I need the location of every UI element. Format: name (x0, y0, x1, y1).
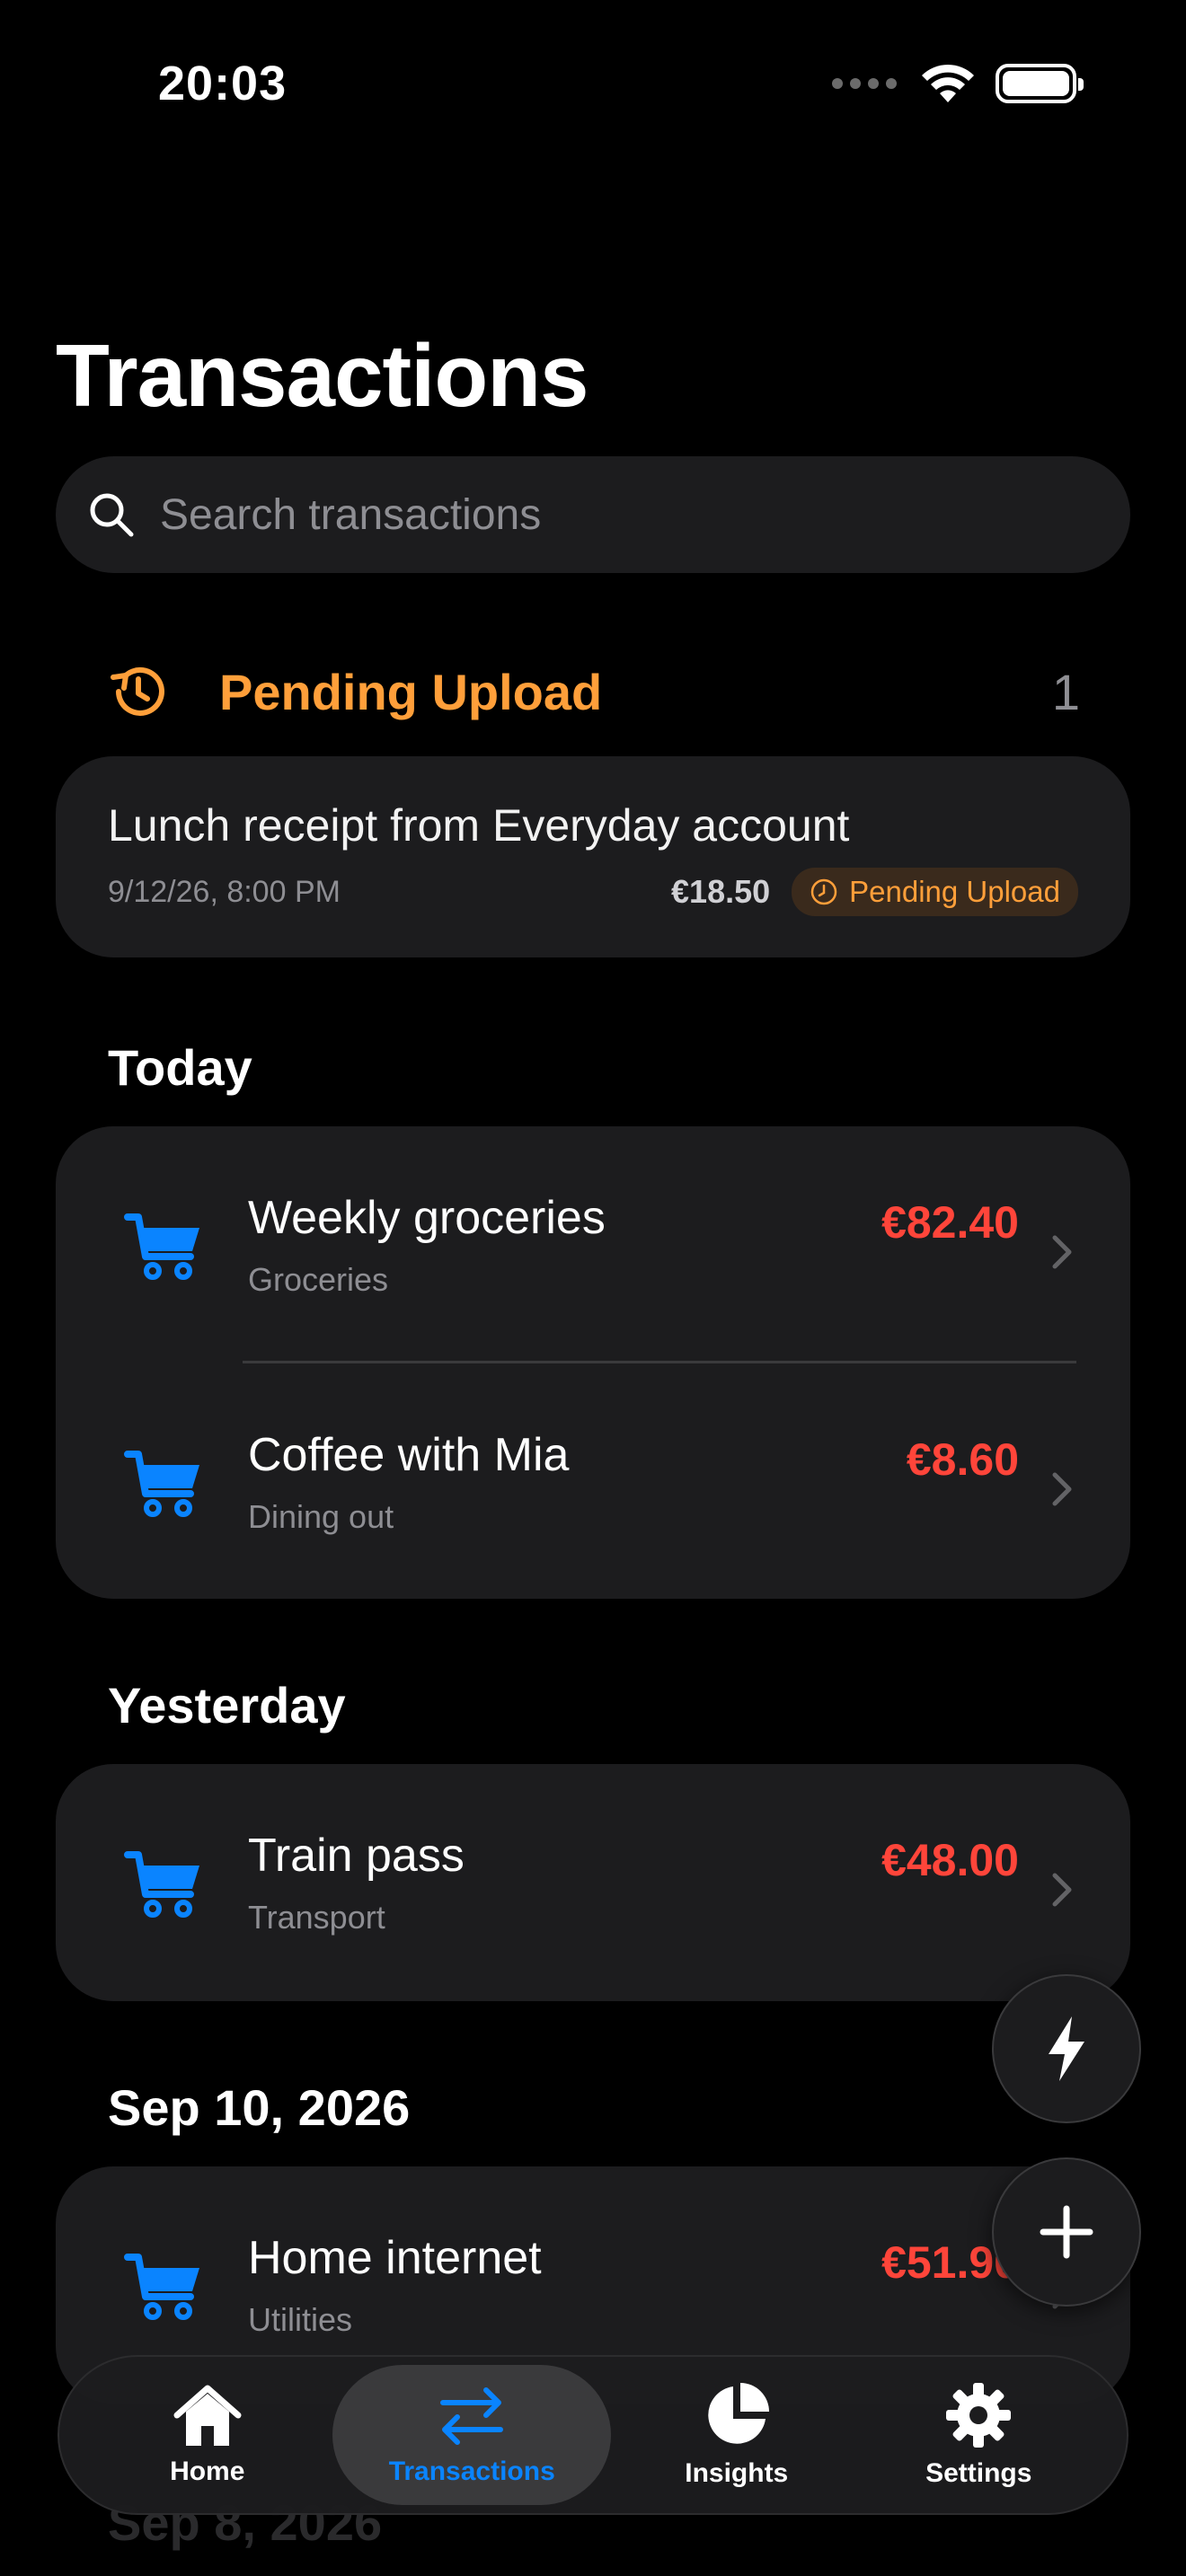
pending-item-amount: €18.50 (671, 873, 771, 910)
section-heading-today: Today (108, 1039, 252, 1096)
cart-icon (124, 1851, 199, 1918)
status-time: 20:03 (158, 57, 288, 110)
pending-transaction-card[interactable]: Lunch receipt from Everyday account 9/12… (56, 756, 1130, 957)
battery-icon (996, 64, 1084, 103)
tab-home[interactable]: Home (91, 2365, 324, 2505)
wifi-icon (922, 64, 974, 102)
tab-label: Settings (925, 2458, 1032, 2488)
transaction-category: Transport (248, 1899, 385, 1936)
tab-label: Transactions (388, 2457, 555, 2486)
cellular-signal-icon (832, 78, 897, 89)
transaction-row[interactable]: Train pass Transport €48.00 (56, 1764, 1130, 2001)
house-icon (173, 2385, 242, 2446)
pending-item-title: Lunch receipt from Everyday account (108, 800, 850, 851)
cart-icon (124, 1451, 199, 1517)
clock-icon (810, 878, 837, 905)
transaction-name: Coffee with Mia (248, 1429, 570, 1481)
quick-add-button[interactable] (992, 1974, 1141, 2123)
tab-label: Home (170, 2457, 245, 2486)
tab-transactions[interactable]: Transactions (332, 2365, 612, 2505)
status-badge-label: Pending Upload (849, 875, 1060, 908)
section-heading-date: Sep 10, 2026 (108, 2079, 411, 2136)
chevron-right-icon (1052, 1235, 1072, 1269)
transactions-group-today: Weekly groceries Groceries €82.40 Coffee… (56, 1126, 1130, 1599)
transaction-name: Weekly groceries (248, 1192, 606, 1244)
transaction-category: Dining out (248, 1498, 394, 1535)
page-title: Transactions (56, 326, 589, 425)
transaction-row[interactable]: Coffee with Mia Dining out €8.60 (56, 1363, 1130, 1601)
chevron-right-icon (1052, 1472, 1072, 1506)
transaction-amount: €48.00 (881, 1835, 1019, 1885)
chevron-right-icon (1052, 1873, 1072, 1907)
tab-bar: Home Transactions Insights Settings (58, 2355, 1128, 2515)
section-heading-yesterday: Yesterday (108, 1677, 346, 1734)
add-transaction-button[interactable] (992, 2157, 1141, 2307)
search-icon (90, 493, 134, 537)
status-icons (832, 63, 1084, 104)
arrows-left-right-icon (440, 2387, 504, 2445)
transaction-category: Utilities (248, 2301, 353, 2338)
pie-chart-icon (708, 2383, 769, 2444)
lightning-bolt-icon (1049, 2016, 1084, 2081)
transaction-category: Groceries (248, 1261, 389, 1298)
history-icon (111, 666, 164, 716)
tab-settings[interactable]: Settings (862, 2365, 1095, 2505)
transaction-name: Home internet (248, 2232, 542, 2284)
tab-insights[interactable]: Insights (620, 2365, 854, 2505)
search-bar[interactable] (56, 456, 1130, 573)
cart-icon (124, 1213, 199, 1280)
status-badge: Pending Upload (792, 868, 1078, 916)
pending-upload-title: Pending Upload (219, 663, 603, 720)
transaction-amount: €8.60 (906, 1434, 1019, 1485)
plus-icon (1040, 2205, 1093, 2259)
pending-upload-count: 1 (1051, 663, 1080, 720)
pending-item-date: 9/12/26, 8:00 PM (108, 874, 341, 909)
transactions-group-yesterday: Train pass Transport €48.00 (56, 1764, 1130, 2001)
search-input[interactable] (160, 490, 1058, 540)
pending-upload-header: Pending Upload 1 (106, 659, 1080, 724)
transaction-name: Train pass (248, 1830, 465, 1882)
cart-icon (124, 2254, 199, 2320)
transaction-amount: €82.40 (881, 1197, 1019, 1248)
gear-icon (946, 2383, 1012, 2448)
tab-label: Insights (685, 2458, 789, 2488)
transaction-row[interactable]: Weekly groceries Groceries €82.40 (56, 1126, 1130, 1363)
